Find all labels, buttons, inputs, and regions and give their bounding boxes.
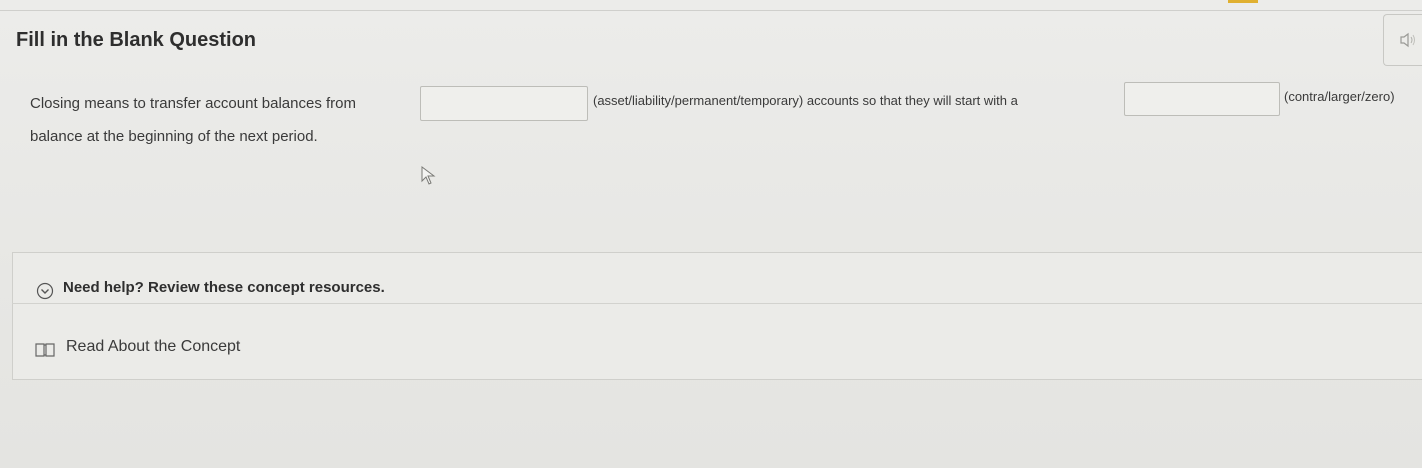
blank-1-input[interactable] (420, 86, 588, 121)
book-icon (35, 343, 55, 357)
speaker-icon[interactable] (1399, 32, 1417, 48)
top-divider (0, 10, 1422, 11)
blank-2-hint: (contra/larger/zero) (1284, 89, 1395, 104)
help-panel (12, 252, 1422, 380)
question-type-title: Fill in the Blank Question (16, 29, 257, 51)
chevron-down-circle-icon[interactable] (36, 282, 54, 300)
prompt-text-start: Closing means to transfer account balanc… (30, 95, 356, 112)
help-divider (12, 303, 1422, 304)
question-page: Fill in the Blank Question Closing means… (0, 0, 1422, 468)
mouse-cursor-icon (421, 166, 436, 185)
help-toggle-button[interactable]: Need help? Review these concept resource… (63, 279, 385, 296)
read-about-concept-link[interactable]: Read About the Concept (66, 338, 240, 356)
blank-1-hint: (asset/liability/permanent/temporary) ac… (593, 93, 1018, 108)
prompt-text-end: balance at the beginning of the next per… (30, 128, 318, 145)
blank-2-input[interactable] (1124, 82, 1280, 116)
top-accent-bar (1228, 0, 1258, 3)
